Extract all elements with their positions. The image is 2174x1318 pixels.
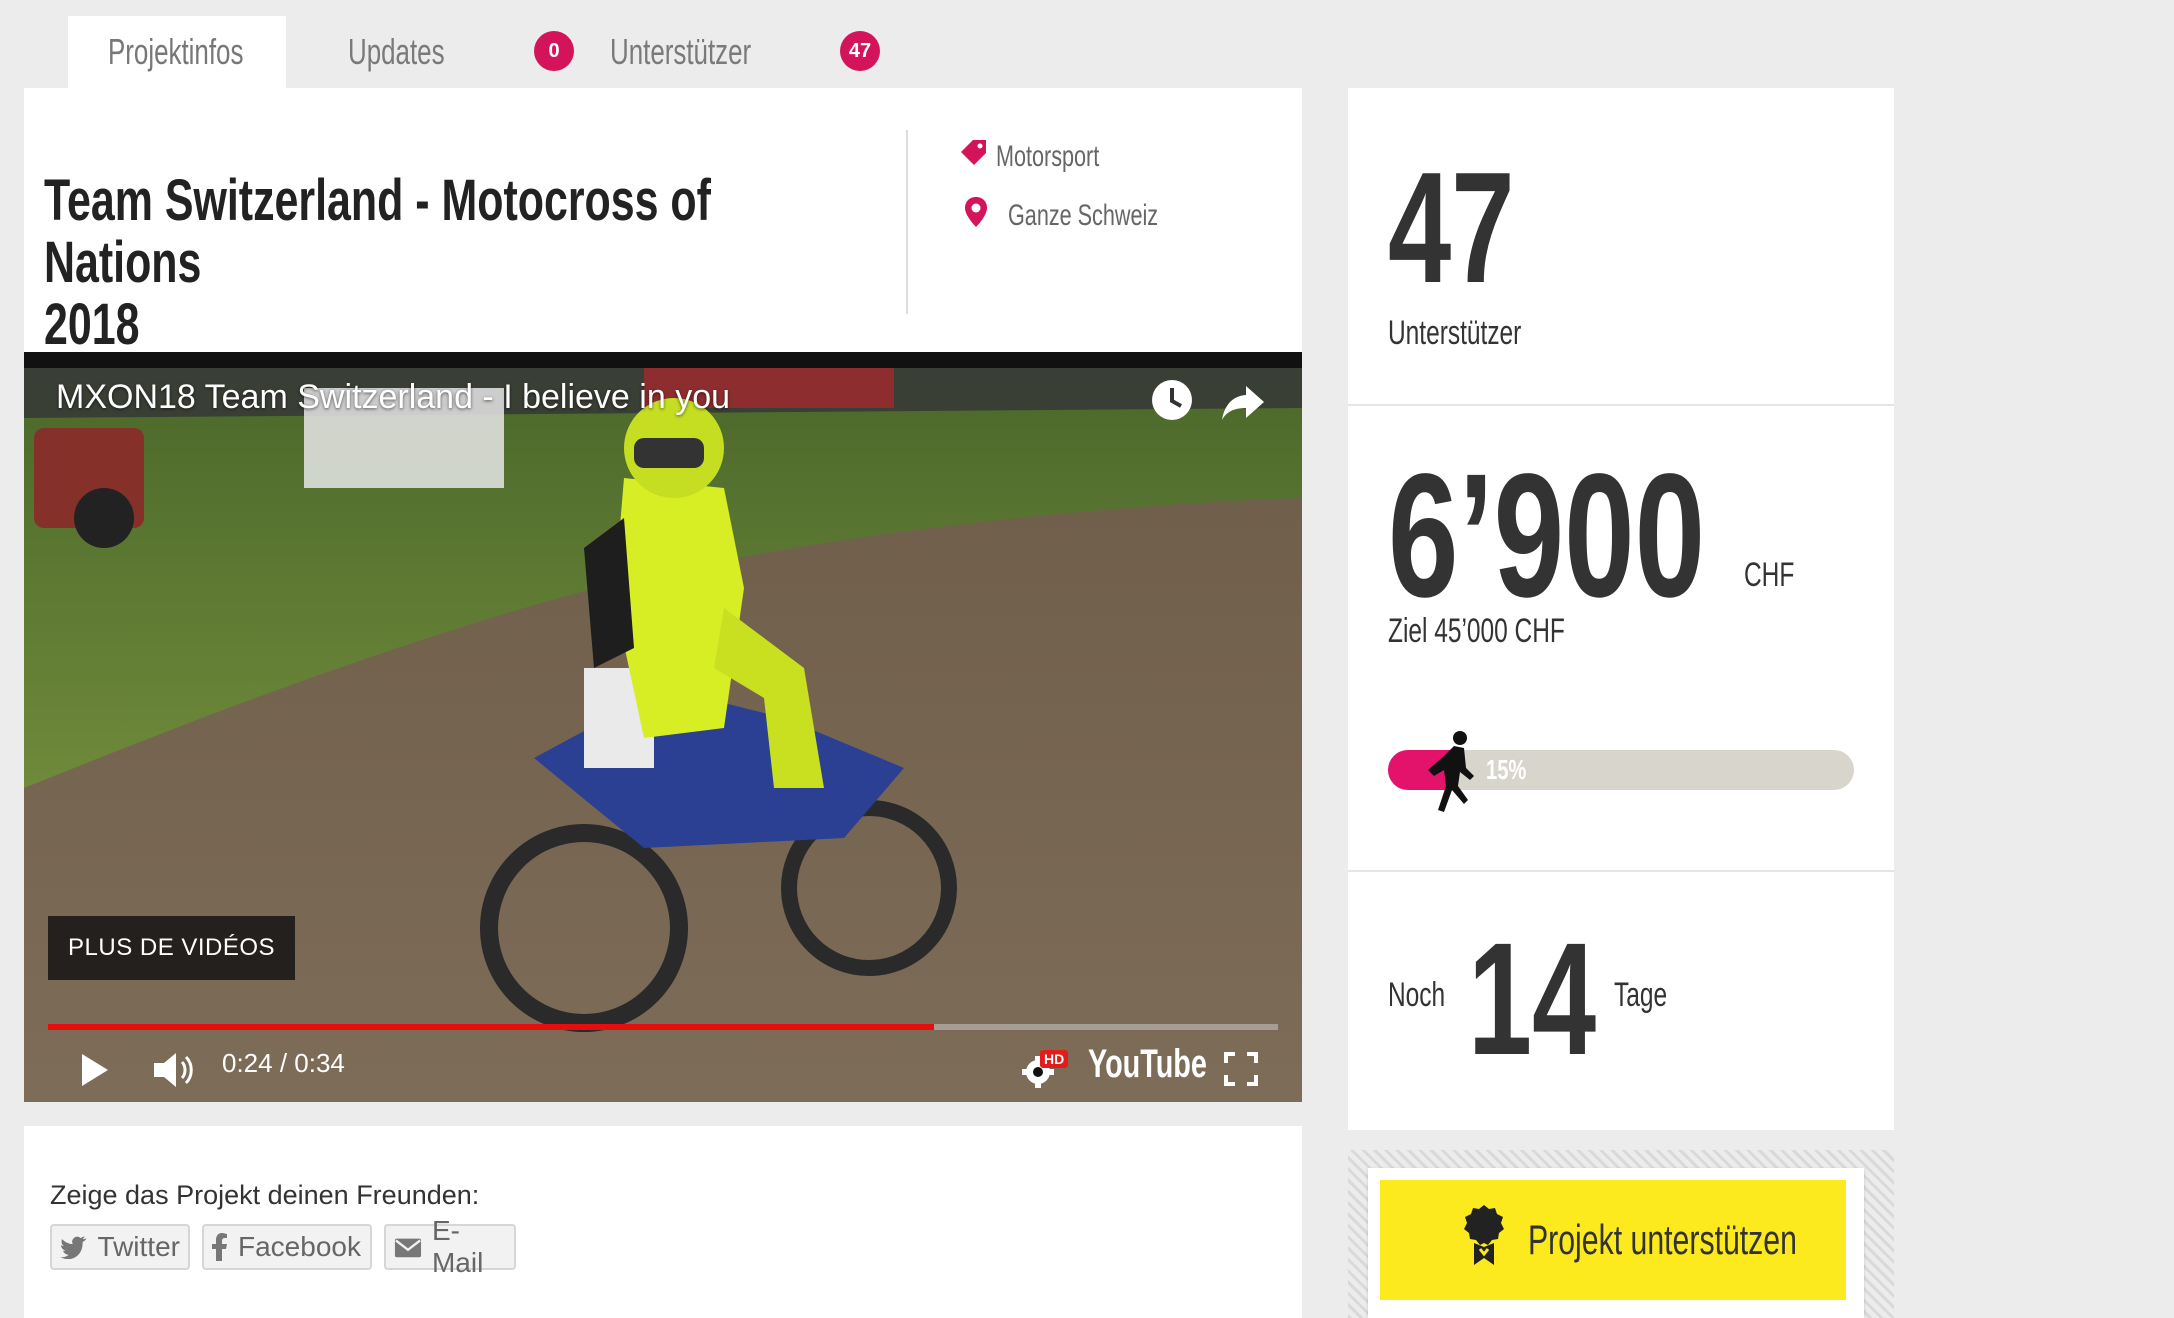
funded-amount-value: 6’900 [1388, 438, 1706, 634]
tag-icon [958, 138, 996, 176]
hd-badge: HD [1040, 1050, 1069, 1068]
project-category[interactable]: Motorsport [958, 138, 1139, 176]
project-category-label: Motorsport [996, 140, 1100, 173]
project-title: Team Switzerland - Motocross of Nations … [44, 170, 784, 356]
video-title[interactable]: MXON18 Team Switzerland - I believe in y… [56, 378, 730, 417]
twitter-share-label: Twitter [97, 1231, 180, 1262]
facebook-icon [212, 1233, 227, 1261]
share-icon[interactable] [1220, 382, 1266, 427]
currency-label: CHF [1744, 556, 1814, 595]
fullscreen-icon[interactable] [1224, 1052, 1258, 1091]
funding-goal: Ziel 45’000 CHF [1388, 612, 1634, 651]
tab-updates-label: Updates [348, 31, 445, 72]
watch-later-icon[interactable] [1150, 378, 1194, 427]
supporters-count: 47 [1388, 148, 1564, 308]
funding-percent-text: 15% [1486, 754, 1527, 785]
days-suffix: Tage [1614, 976, 1688, 1015]
project-title-line1: Team Switzerland - Motocross of Nations [44, 168, 711, 295]
award-ribbon-icon [1462, 1203, 1506, 1277]
facebook-share-button[interactable]: Facebook [202, 1224, 372, 1270]
currency-label-text: CHF [1744, 556, 1795, 594]
video-frame [24, 368, 1302, 1102]
funded-amount: 6’900 [1388, 446, 1828, 626]
tab-projektinfos[interactable]: Projektinfos [68, 16, 286, 88]
support-button-container: Projekt unterstützen [1368, 1168, 1864, 1318]
support-project-label: Projekt unterstützen [1528, 1216, 1797, 1263]
project-title-line2: 2018 [44, 292, 140, 357]
video-progress-bar[interactable] [48, 1024, 1278, 1030]
video-time: 0:24 / 0:34 [222, 1048, 345, 1078]
twitter-share-button[interactable]: Twitter [50, 1224, 190, 1270]
email-share-label: E-Mail [431, 1215, 484, 1278]
email-share-button[interactable]: E-Mail [384, 1215, 516, 1278]
video-progress-fill [48, 1024, 934, 1030]
video-player[interactable]: MXON18 Team Switzerland - I believe in y… [24, 352, 1302, 1102]
more-videos-button[interactable]: PLUS DE VIDÉOS [48, 916, 296, 980]
funding-percent: 15% [1486, 754, 1542, 786]
funding-goal-text: Ziel 45’000 CHF [1388, 612, 1565, 650]
tab-unterstuetzer[interactable]: Unterstützer 47 [610, 16, 910, 88]
tab-unterstuetzer-label: Unterstützer [610, 31, 752, 72]
tab-projektinfos-label: Projektinfos [108, 31, 244, 72]
youtube-logo-text: YouTube [1088, 1042, 1207, 1086]
mail-icon [394, 1238, 422, 1258]
volume-icon[interactable] [152, 1050, 196, 1095]
support-project-button[interactable]: Projekt unterstützen [1380, 1180, 1846, 1300]
days-prefix-text: Noch [1388, 976, 1446, 1014]
supporters-count-badge: 47 [840, 31, 880, 71]
share-label: Zeige das Projekt deinen Freunden: [50, 1180, 480, 1210]
play-icon[interactable] [80, 1052, 110, 1093]
stats-divider-2 [1348, 870, 1894, 872]
tab-updates[interactable]: Updates 0 [348, 16, 588, 88]
project-location-label: Ganze Schweiz [1008, 199, 1159, 232]
funding-progress-bar: 15% [1388, 731, 1854, 812]
header-divider [906, 130, 908, 314]
days-remaining-value: 14 [1468, 909, 1597, 1088]
supporters-count-value: 47 [1388, 140, 1515, 316]
supporters-label: Unterstützer [1388, 314, 1573, 353]
location-pin-icon [964, 196, 1008, 236]
stats-divider-1 [1348, 404, 1894, 406]
support-button-frame: Projekt unterstützen [1348, 1150, 1894, 1318]
share-card [24, 1126, 1302, 1318]
days-suffix-text: Tage [1614, 976, 1668, 1014]
twitter-icon [60, 1236, 87, 1259]
project-location: Ganze Schweiz [964, 196, 1216, 236]
updates-count-badge: 0 [534, 31, 574, 71]
video-thumbnail [24, 368, 1302, 1102]
facebook-share-label: Facebook [238, 1231, 361, 1262]
runner-icon [1424, 730, 1478, 821]
supporters-label-text: Unterstützer [1388, 314, 1522, 352]
days-prefix: Noch [1388, 976, 1467, 1015]
